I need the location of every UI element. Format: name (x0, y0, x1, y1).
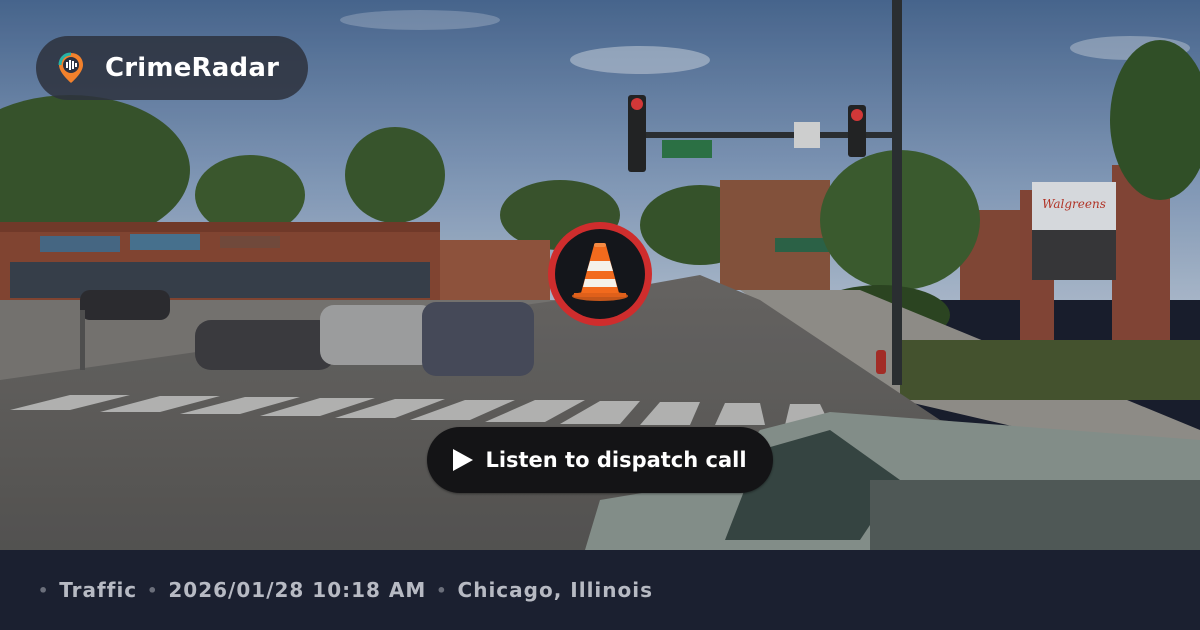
incident-info-bar: • Traffic • 2026/01/28 10:18 AM • Chicag… (0, 550, 1200, 630)
incident-datetime: 2026/01/28 10:18 AM (168, 578, 427, 602)
incident-badge (548, 222, 652, 326)
incident-location: Chicago, Illinois (457, 578, 654, 602)
brand-pill[interactable]: CrimeRadar (36, 36, 308, 100)
listen-dispatch-label: Listen to dispatch call (485, 448, 747, 472)
info-separator: • (38, 580, 50, 600)
info-separator: • (436, 580, 448, 600)
radar-pin-icon (56, 51, 86, 85)
incident-category: Traffic (59, 578, 138, 602)
play-icon (453, 449, 474, 471)
traffic-cone-icon (569, 241, 631, 307)
info-separator: • (147, 580, 159, 600)
listen-dispatch-button[interactable]: Listen to dispatch call (427, 427, 773, 493)
brand-name: CrimeRadar (105, 53, 280, 83)
